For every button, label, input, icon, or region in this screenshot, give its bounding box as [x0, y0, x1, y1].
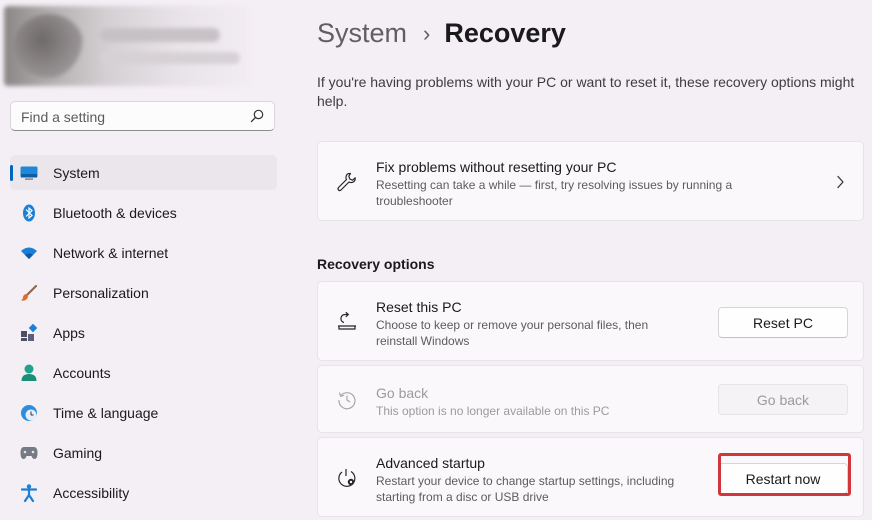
brush-icon — [20, 284, 38, 302]
apps-icon — [20, 323, 38, 342]
system-icon — [20, 164, 38, 182]
sidebar-item-label: Personalization — [53, 284, 149, 301]
advanced-startup-icon — [338, 469, 356, 487]
reset-pc-card: Reset this PC Choose to keep or remove y… — [317, 281, 864, 361]
reset-pc-subtitle: Choose to keep or remove your personal f… — [376, 318, 649, 348]
sidebar-item-label: Network & internet — [53, 244, 169, 261]
breadcrumb-separator: › — [423, 20, 431, 46]
go-back-subtitle: This option is no longer available on th… — [376, 404, 610, 418]
sidebar-item-accounts[interactable]: Accounts — [10, 355, 277, 390]
profile-name-blurred — [100, 28, 220, 42]
sidebar-item-network[interactable]: Network & internet — [10, 235, 277, 270]
breadcrumb-parent[interactable]: System — [317, 18, 407, 49]
chevron-right-icon[interactable] — [835, 175, 845, 189]
reset-pc-icon — [338, 311, 356, 330]
sidebar-item-label: Accounts — [53, 364, 111, 381]
go-back-title: Go back — [376, 385, 429, 401]
history-icon — [338, 392, 356, 410]
search-placeholder: Find a setting — [21, 109, 106, 125]
sidebar-item-label: Gaming — [53, 444, 103, 461]
bluetooth-icon — [20, 204, 38, 222]
search-input[interactable]: Find a setting — [10, 101, 275, 131]
sidebar-item-label: System — [53, 164, 100, 181]
wrench-icon — [337, 172, 356, 192]
restart-now-highlight — [718, 453, 851, 496]
accessibility-icon — [20, 483, 38, 502]
go-back-button[interactable]: Go back — [718, 384, 848, 415]
sidebar-item-system[interactable]: System — [10, 155, 277, 190]
breadcrumb: System › Recovery — [317, 18, 566, 49]
sidebar-item-label: Apps — [53, 324, 85, 341]
fix-problems-card[interactable]: Fix problems without resetting your PC R… — [317, 141, 864, 221]
user-profile-blurred[interactable] — [4, 6, 250, 86]
sidebar-nav: System Bluetooth & devices Network & int… — [10, 155, 277, 515]
search-icon[interactable] — [250, 109, 264, 123]
sidebar-item-accessibility[interactable]: Accessibility — [10, 475, 277, 510]
gamepad-icon — [20, 444, 38, 462]
accounts-icon — [20, 364, 38, 382]
advanced-startup-subtitle: Restart your device to change startup se… — [376, 474, 675, 504]
sidebar-item-gaming[interactable]: Gaming — [10, 435, 277, 470]
fix-problems-subtitle: Resetting can take a while — first, try … — [376, 178, 733, 208]
sidebar-item-label: Bluetooth & devices — [53, 204, 177, 221]
advanced-startup-title: Advanced startup — [376, 455, 485, 471]
avatar — [14, 14, 84, 78]
sidebar-item-personalization[interactable]: Personalization — [10, 275, 277, 310]
page-description: If you're having problems with your PC o… — [317, 74, 855, 109]
wifi-icon — [20, 244, 38, 262]
recovery-options-heading: Recovery options — [317, 256, 435, 272]
profile-email-blurred — [100, 52, 240, 64]
sidebar-item-label: Accessibility — [53, 484, 130, 501]
sidebar-item-label: Time & language — [53, 404, 159, 421]
advanced-startup-card: Advanced startup Restart your device to … — [317, 437, 864, 517]
go-back-card: Go back This option is no longer availab… — [317, 365, 864, 433]
globe-clock-icon — [20, 404, 38, 422]
sidebar-item-apps[interactable]: Apps — [10, 315, 277, 350]
sidebar-item-time-language[interactable]: Time & language — [10, 395, 277, 430]
page-title: Recovery — [444, 18, 566, 48]
sidebar-item-bluetooth[interactable]: Bluetooth & devices — [10, 195, 277, 230]
sidebar: Find a setting System Bluetooth & device… — [0, 0, 288, 520]
reset-pc-button[interactable]: Reset PC — [718, 307, 848, 338]
reset-pc-title: Reset this PC — [376, 299, 462, 315]
fix-problems-title: Fix problems without resetting your PC — [376, 159, 617, 175]
